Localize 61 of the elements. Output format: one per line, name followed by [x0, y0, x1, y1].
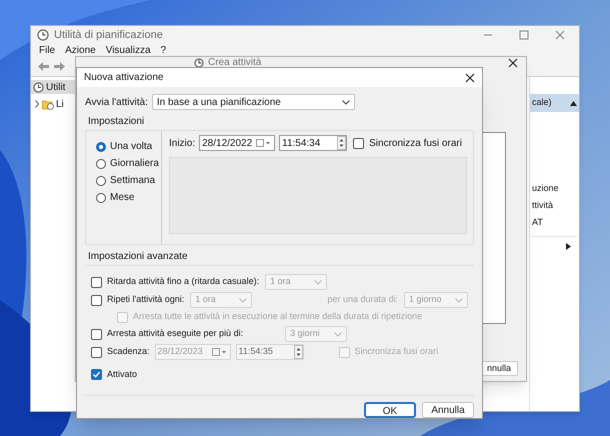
tree-item[interactable]: Utilit: [31, 80, 75, 94]
dialog-button[interactable]: Annulla: [422, 402, 474, 418]
dialog-title: Nuova attivazione: [84, 71, 164, 85]
menu-item[interactable]: Visualizza: [106, 43, 151, 58]
checkbox-label: Attivato: [107, 368, 138, 381]
clock-icon: [33, 82, 44, 92]
spinner-icon[interactable]: [337, 136, 346, 150]
checkbox-label: Sincronizza fusi orari: [354, 345, 438, 358]
dialog-title: Crea attività: [208, 58, 262, 68]
tree-item[interactable]: Li: [31, 97, 73, 111]
radio-button[interactable]: [96, 142, 106, 152]
close-icon[interactable]: [508, 58, 518, 68]
radio-label: Mese: [110, 192, 134, 203]
group-title: Impostazioni: [88, 115, 146, 129]
menu-item[interactable]: File: [39, 43, 56, 58]
chevron-icon: [239, 298, 248, 302]
radio-button[interactable]: [96, 192, 106, 202]
radio-label: Settimana: [110, 175, 156, 186]
checkbox-label: Arresta tutte le attività in esecuzione al termine della durata di ripetizione: [133, 310, 422, 324]
checkbox-label: Arresta attività eseguite per più di:: [107, 327, 244, 340]
dropdown[interactable]: In base a una pianificazione: [152, 94, 355, 110]
group-title: Impostazioni avanzate: [88, 250, 189, 264]
chevron-icon: [455, 298, 463, 302]
radio-button[interactable]: [96, 176, 106, 186]
checkbox-label: Scadenza:: [107, 345, 150, 358]
chevron-icon: [334, 332, 342, 336]
date-field[interactable]: 28/12/2022: [199, 135, 276, 151]
action-item[interactable]: ttività: [532, 199, 577, 211]
checkbox-label: Ritarda attività fino a (ritarda casuale):: [107, 275, 260, 288]
triangle-up-icon: [570, 100, 577, 106]
spinner-icon[interactable]: [294, 345, 303, 359]
calendar-icon: [256, 139, 272, 147]
field-label: Avvia l'attività:: [85, 96, 148, 110]
dialog-button[interactable]: OK: [364, 402, 416, 418]
folder-clock-icon: [42, 98, 54, 110]
forward-arrow-icon[interactable]: [53, 61, 66, 72]
field-label: per una durata di:: [327, 293, 398, 306]
time-field[interactable]: 11:54:34: [279, 135, 348, 151]
checkbox-label: Sincronizza fusi orari: [369, 136, 462, 150]
chevron-icon: [342, 100, 350, 104]
calendar-icon: [212, 348, 227, 356]
triangle-right-icon[interactable]: [566, 243, 571, 250]
checkbox-label: Ripeti l'attività ogni:: [107, 293, 184, 306]
action-item[interactable]: uzione: [532, 182, 577, 194]
maximize-icon[interactable]: [519, 30, 529, 40]
radio-button[interactable]: [96, 158, 106, 168]
back-arrow-icon[interactable]: [37, 61, 50, 72]
clock-icon: [37, 29, 49, 41]
action-item[interactable]: AT: [532, 216, 577, 228]
window-title: Utilità di pianificazione: [54, 28, 163, 43]
checkbox[interactable]: [353, 138, 364, 148]
checkbox[interactable]: [91, 369, 102, 380]
chevron-icon[interactable]: [34, 100, 40, 108]
field-label: Inizio:: [169, 136, 196, 150]
radio-label: Giornaliera: [110, 158, 159, 169]
close-icon[interactable]: [465, 72, 475, 82]
chevron-icon: [314, 280, 322, 284]
menu-item[interactable]: Azione: [65, 43, 96, 58]
radio-label: Una volta: [110, 141, 152, 152]
menu-item[interactable]: ?: [160, 43, 166, 58]
panel-header[interactable]: cale): [530, 94, 579, 112]
